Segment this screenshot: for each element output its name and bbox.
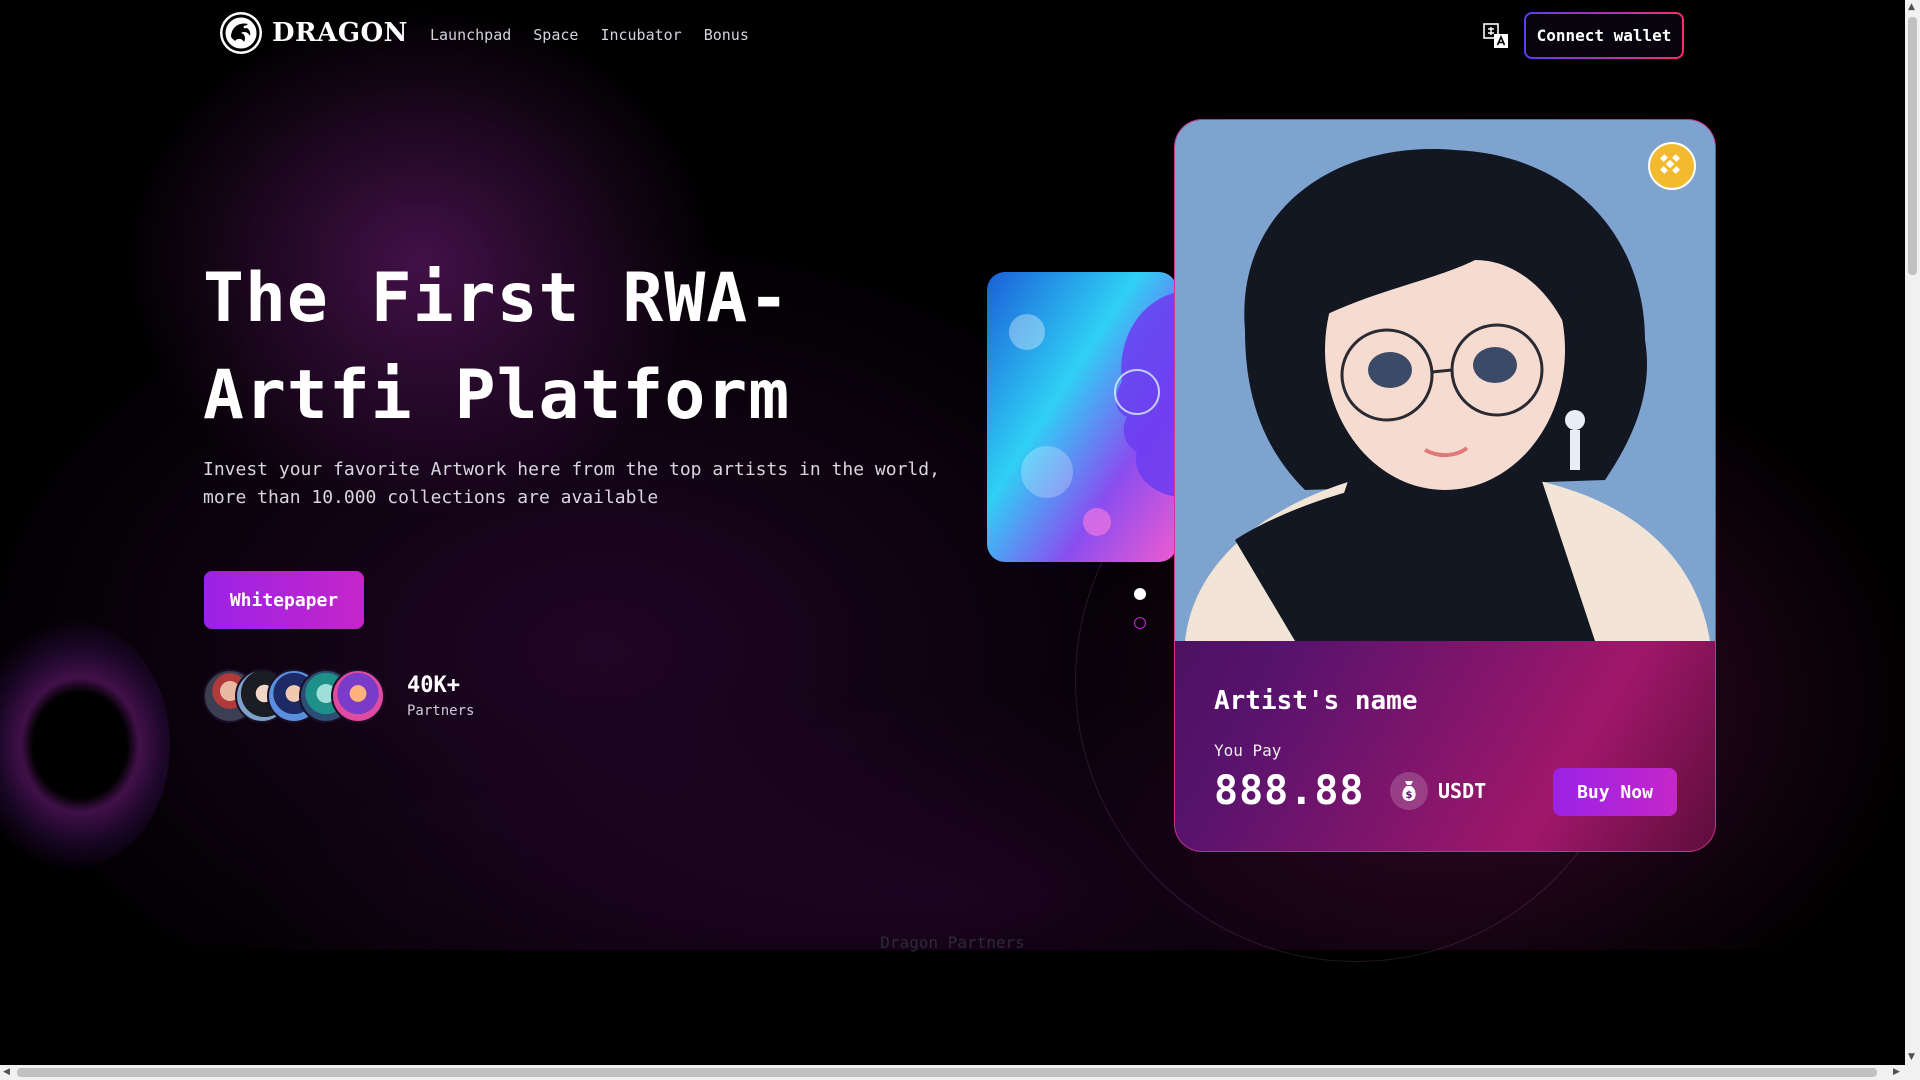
- carousel-dot-2[interactable]: [1134, 617, 1146, 629]
- nav-link-incubator[interactable]: Incubator: [600, 26, 681, 44]
- currency: $ USDT: [1390, 772, 1486, 810]
- currency-label: USDT: [1438, 779, 1487, 803]
- bottom-section-bg: [0, 950, 1920, 1080]
- partners-count: 40K+: [407, 673, 460, 698]
- nav-link-bonus[interactable]: Bonus: [704, 26, 749, 44]
- artist-name: Artist's name: [1214, 686, 1418, 716]
- hero-title: The First RWA-Artfi Platform: [203, 259, 791, 435]
- scroll-right-icon[interactable]: ▶: [1893, 1067, 1900, 1077]
- artwork-image: [1175, 120, 1715, 641]
- horizontal-scrollbar[interactable]: ◀ ▶: [0, 1065, 1920, 1080]
- nav-link-launchpad[interactable]: Launchpad: [430, 26, 511, 44]
- money-bag-icon: $: [1390, 772, 1428, 810]
- nav-links: Launchpad Space Incubator Bonus: [430, 26, 749, 44]
- nft-card: Artist's name You Pay 888.88 $ USDT Buy …: [1174, 119, 1716, 852]
- bnb-chain-icon: [1648, 142, 1696, 190]
- scroll-up-icon[interactable]: ▲: [1908, 2, 1915, 12]
- connect-wallet-button[interactable]: Connect wallet: [1524, 12, 1684, 59]
- whitepaper-button[interactable]: Whitepaper: [204, 571, 364, 629]
- carousel-prev-artwork[interactable]: [987, 272, 1177, 562]
- logo[interactable]: DRAGON: [220, 12, 408, 54]
- vertical-scroll-thumb[interactable]: [1908, 17, 1917, 275]
- hero-subtitle: Invest your favorite Artwork here from t…: [203, 459, 940, 508]
- nav-link-space[interactable]: Space: [533, 26, 578, 44]
- scroll-left-icon[interactable]: ◀: [3, 1067, 10, 1077]
- translate-icon[interactable]: [1482, 22, 1510, 50]
- partners-section-heading: Dragon Partners: [880, 933, 1025, 952]
- partner-avatars: [203, 669, 393, 723]
- buy-now-button[interactable]: Buy Now: [1553, 768, 1677, 816]
- scroll-down-icon[interactable]: ▼: [1908, 1052, 1915, 1062]
- dragon-logo-icon: [220, 12, 262, 54]
- you-pay-label: You Pay: [1214, 741, 1282, 760]
- carousel-dot-1[interactable]: [1134, 588, 1146, 600]
- top-nav: DRAGON Launchpad Space Incubator Bonus C…: [0, 0, 1905, 72]
- vertical-scrollbar[interactable]: ▲ ▼: [1905, 0, 1920, 1065]
- horizontal-scroll-thumb[interactable]: [17, 1068, 1877, 1077]
- svg-text:$: $: [1406, 790, 1413, 801]
- avatar: [331, 669, 385, 723]
- partners-label: Partners: [407, 703, 475, 719]
- price-value: 888.88: [1214, 768, 1365, 814]
- brand-name: DRAGON: [272, 18, 408, 48]
